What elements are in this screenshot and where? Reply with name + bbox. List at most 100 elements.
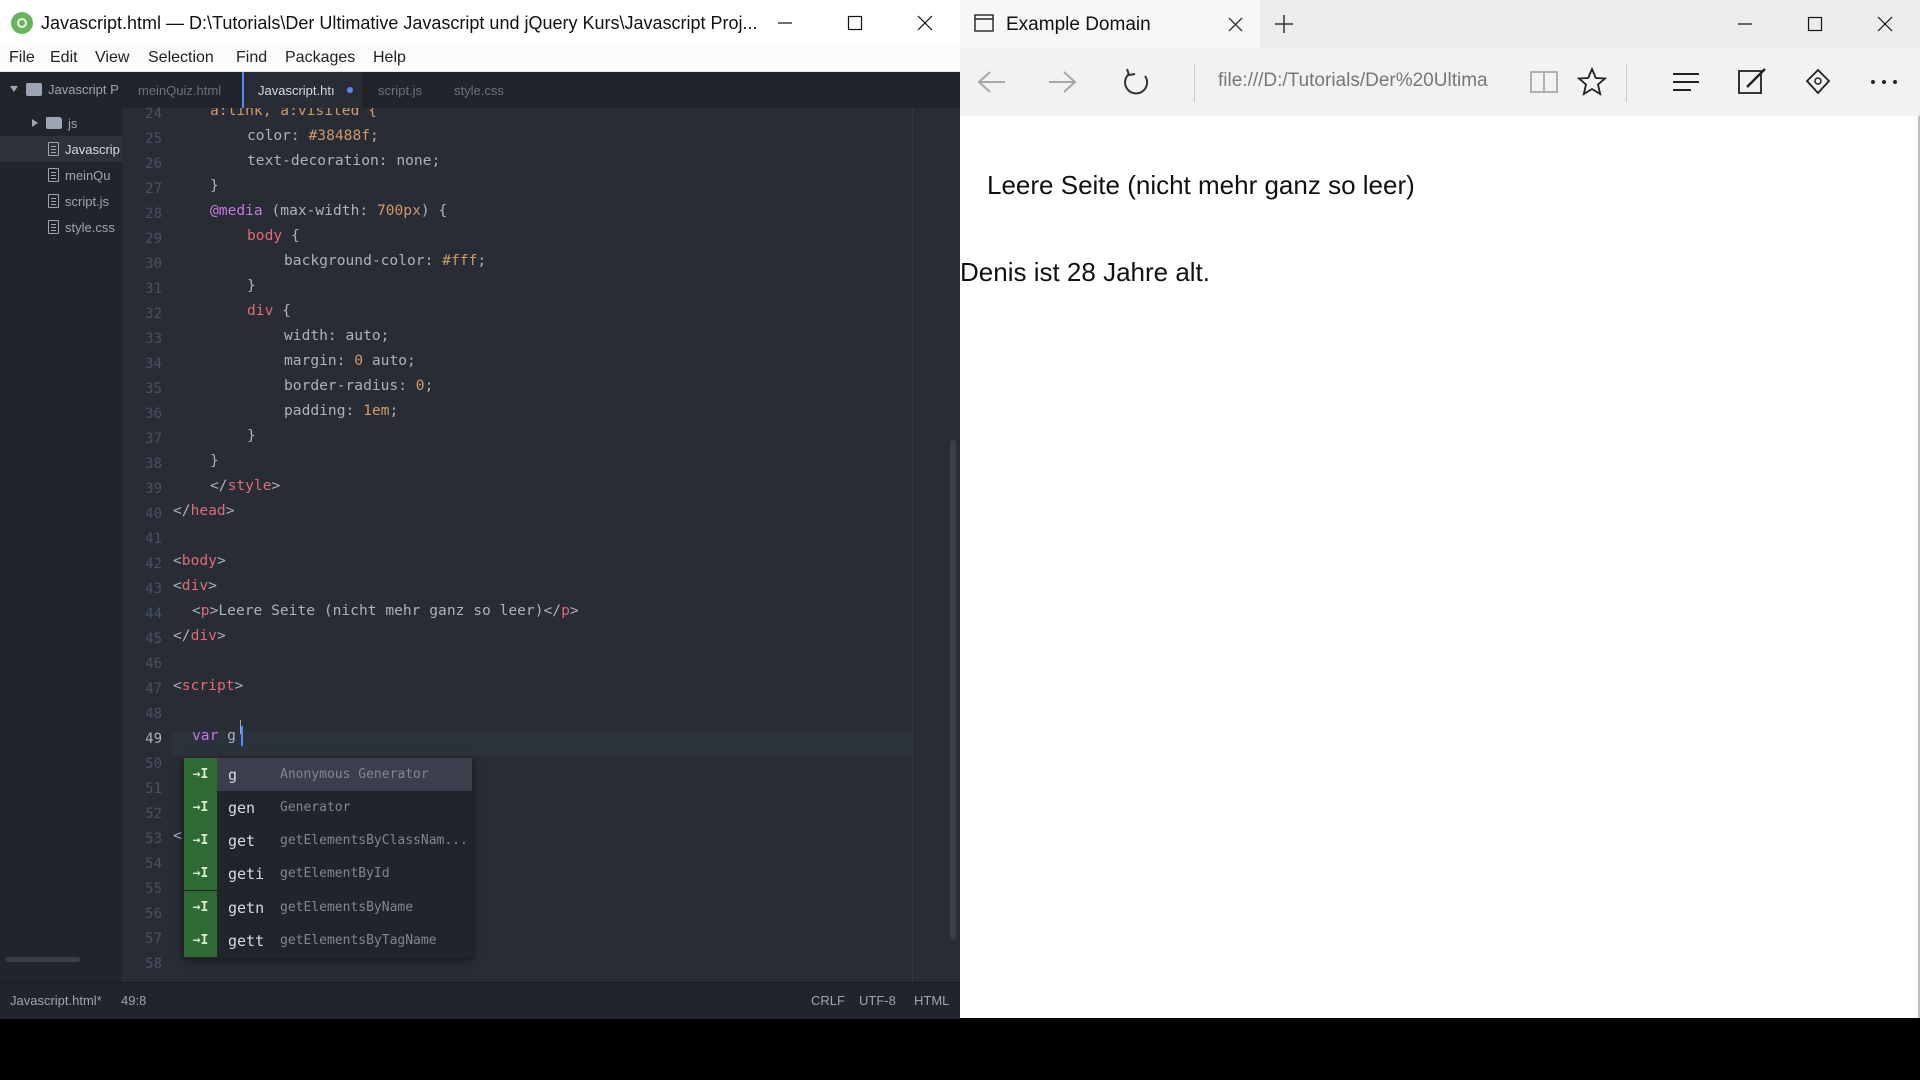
tab-meinquiz[interactable]: meinQuiz.html <box>122 72 240 108</box>
suggestion-desc: getElementsByTagName <box>280 933 437 948</box>
autocomplete-item[interactable]: →I gett getElementsByTagName <box>184 924 472 957</box>
tree-file-stylecss[interactable]: style.css <box>0 214 122 240</box>
hub-icon <box>1673 73 1699 91</box>
code-line: a:link, a:visited { <box>210 108 377 119</box>
tab-scriptjs[interactable]: script.js <box>362 72 442 108</box>
line-number: 54 <box>145 856 162 872</box>
menu-edit[interactable]: Edit <box>50 49 78 67</box>
browser-maximize-button[interactable] <box>1780 0 1850 48</box>
share-button[interactable] <box>1798 64 1838 100</box>
line-number: 30 <box>145 256 162 272</box>
menu-help[interactable]: Help <box>373 49 406 67</box>
arrow-left-icon <box>977 71 1005 93</box>
snippet-icon: →I <box>184 791 217 824</box>
text-cursor <box>241 726 243 746</box>
maximize-button[interactable] <box>820 0 890 45</box>
tree-file-label: Javascrip <box>65 141 120 157</box>
tree-file-label: style.css <box>65 219 115 235</box>
back-button[interactable] <box>972 64 1012 100</box>
chevron-right-icon[interactable] <box>32 119 38 127</box>
tree-project-root[interactable]: Javascript P <box>0 76 122 102</box>
code-line: body { <box>247 227 300 244</box>
status-line-ending[interactable]: CRLF <box>811 993 845 1008</box>
menu-view[interactable]: View <box>95 49 129 67</box>
autocomplete-item[interactable]: →I getn getElementsByName <box>184 891 472 924</box>
close-tab-icon[interactable] <box>1228 17 1243 32</box>
tree-folder-js[interactable]: js <box>0 110 122 136</box>
file-icon <box>48 142 59 156</box>
tab-label: Javascript.htı <box>258 82 335 98</box>
status-encoding[interactable]: UTF-8 <box>859 993 896 1008</box>
line-number: 33 <box>145 331 162 347</box>
code-line: <script> <box>173 677 244 694</box>
web-note-button[interactable] <box>1732 64 1772 100</box>
maximize-icon <box>847 15 863 30</box>
repo-icon <box>26 82 42 96</box>
minimize-button[interactable] <box>750 0 820 45</box>
modified-dot-icon <box>346 87 353 93</box>
autocomplete-item-selected[interactable]: →I g Anonymous Generator <box>184 758 472 791</box>
forward-button[interactable] <box>1042 64 1082 100</box>
code-line: text-decoration: none; <box>247 152 441 169</box>
atom-window: Javascript.html — D:\Tutorials\Der Ultim… <box>0 0 960 1019</box>
web-page-content: Leere Seite (nicht mehr ganz so leer) De… <box>960 116 1920 1018</box>
tree-view: Javascript P js Javascrip meinQu script.… <box>0 72 122 982</box>
tab-stylecss[interactable]: style.css <box>442 72 532 108</box>
code-line-current: var g <box>192 727 236 744</box>
status-grammar[interactable]: HTML <box>914 993 949 1008</box>
tree-file-scriptjs[interactable]: script.js <box>0 188 122 214</box>
line-number: 40 <box>145 506 162 522</box>
browser-minimize-button[interactable] <box>1710 0 1780 48</box>
line-number: 25 <box>145 131 162 147</box>
browser-tab-strip[interactable]: Example Domain <box>960 0 1920 48</box>
code-line: background-color: #fff; <box>284 252 487 269</box>
autocomplete-item[interactable]: →I get getElementsByClassNam... <box>184 824 472 857</box>
tab-javascript[interactable]: Javascript.htı <box>242 72 362 108</box>
hub-button[interactable] <box>1666 64 1706 100</box>
line-number: 42 <box>145 556 162 572</box>
tree-file-javascript[interactable]: Javascrip <box>0 136 122 162</box>
close-button[interactable] <box>890 0 960 45</box>
favorites-button[interactable] <box>1572 64 1612 100</box>
code-line: <p>Leere Seite (nicht mehr ganz so leer)… <box>192 602 579 619</box>
menu-find[interactable]: Find <box>236 49 267 67</box>
browser-address-bar: file:///D:/Tutorials/Der%20Ultima <box>960 48 1920 117</box>
page-tab-icon <box>974 14 994 32</box>
line-number: 45 <box>145 631 162 647</box>
browser-close-button[interactable] <box>1850 0 1920 48</box>
maximize-icon <box>1807 16 1823 32</box>
code-line: border-radius: 0; <box>284 377 434 394</box>
reading-view-button[interactable] <box>1524 64 1564 100</box>
more-button[interactable] <box>1864 64 1904 100</box>
chevron-down-icon[interactable] <box>10 86 18 92</box>
suggestion-desc: Anonymous Generator <box>280 767 429 782</box>
menu-selection[interactable]: Selection <box>148 49 214 67</box>
tree-file-meinquiz[interactable]: meinQu <box>0 162 122 188</box>
line-number: 41 <box>145 531 162 547</box>
wrap-guide <box>912 108 913 982</box>
menu-packages[interactable]: Packages <box>285 49 355 67</box>
file-icon <box>48 168 59 182</box>
url-field[interactable]: file:///D:/Tutorials/Der%20Ultima <box>1218 70 1518 92</box>
code-line: </style> <box>210 477 281 494</box>
line-number-gutter: 24 25 26 27 28 29 30 31 32 33 34 35 36 3… <box>122 106 172 982</box>
line-number: 34 <box>145 356 162 372</box>
autocomplete-item[interactable]: →I geti getElementById <box>184 857 472 890</box>
menu-file[interactable]: File <box>9 49 35 67</box>
page-paragraph: Leere Seite (nicht mehr ganz so leer) <box>987 170 1415 200</box>
status-cursor-position[interactable]: 49:8 <box>121 993 146 1008</box>
share-icon <box>1805 68 1831 95</box>
current-line-highlight <box>172 731 912 756</box>
refresh-button[interactable] <box>1116 64 1156 100</box>
editor-scrollbar[interactable] <box>950 440 956 940</box>
line-number: 39 <box>145 481 162 497</box>
line-number: 31 <box>145 281 162 297</box>
new-tab-icon[interactable] <box>1274 14 1294 34</box>
line-number: 43 <box>145 581 162 597</box>
suggestion-word: get <box>228 831 256 850</box>
browser-tab-active[interactable]: Example Domain <box>960 0 1260 48</box>
tree-scrollbar[interactable] <box>6 957 80 962</box>
status-file-path[interactable]: Javascript.html* <box>10 993 102 1008</box>
atom-titlebar[interactable]: Javascript.html — D:\Tutorials\Der Ultim… <box>0 0 960 45</box>
autocomplete-item[interactable]: →I gen Generator <box>184 791 472 824</box>
